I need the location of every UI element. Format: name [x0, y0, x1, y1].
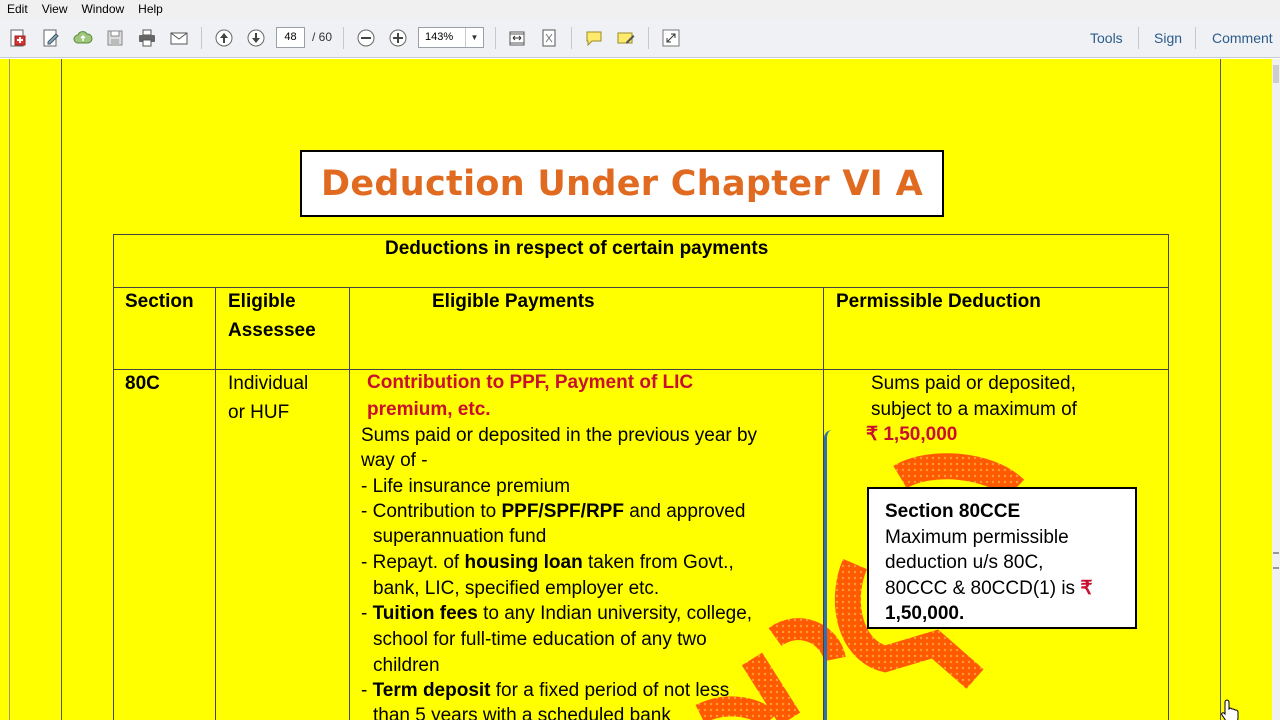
payments-intro: Sums paid or deposited in the previous y…	[361, 425, 758, 446]
section-80cce-callout: Section 80CCE Maximum permissible deduct…	[867, 487, 1137, 629]
document-viewport[interactable]: Deduction Under Chapter VI A Deductions …	[0, 59, 1280, 720]
callout-text: deduction u/s 80C,	[885, 552, 1044, 573]
scrollbar-marker	[1273, 567, 1279, 569]
page-title: Deduction Under Chapter VI A	[321, 163, 923, 204]
menu-view[interactable]: View	[35, 2, 75, 16]
payments-heading: Contribution to PPF, Payment of LIC	[367, 372, 694, 393]
tools-link[interactable]: Tools	[1090, 30, 1123, 46]
toolbar: 48 / 60 143% ▼ Tools Sign Comment	[0, 18, 1280, 58]
zoom-value: 143%	[425, 31, 454, 43]
payment-item: than 5 years with a scheduled bank	[373, 705, 671, 720]
edit-pdf-icon[interactable]	[38, 25, 64, 51]
fit-page-icon[interactable]	[536, 25, 562, 51]
cell-assessee: or HUF	[228, 402, 290, 423]
scrollbar-thumb[interactable]	[1273, 65, 1279, 83]
previous-page-icon[interactable]	[211, 25, 237, 51]
comment-link[interactable]: Comment	[1212, 30, 1273, 46]
vertical-scrollbar[interactable]	[1272, 59, 1280, 720]
cell-assessee: Individual	[228, 373, 309, 394]
table-divider	[113, 287, 1169, 288]
payment-item: - Repayt. of housing loan taken from Gov…	[361, 552, 734, 573]
payment-item: superannuation fund	[373, 526, 547, 547]
callout-amount: 1,50,000.	[885, 603, 965, 624]
zoom-in-icon[interactable]	[385, 25, 411, 51]
upload-cloud-icon[interactable]	[70, 25, 96, 51]
create-pdf-icon[interactable]	[5, 25, 31, 51]
highlight-icon[interactable]	[613, 25, 639, 51]
payment-item: children	[373, 655, 440, 676]
menu-bar: Edit View Window Help	[0, 0, 1280, 18]
email-icon[interactable]	[166, 25, 192, 51]
payment-item: - Contribution to PPF/SPF/RPF and approv…	[361, 501, 746, 522]
header-section: Section	[125, 291, 194, 312]
deduction-amount: ₹ 1,50,000	[866, 424, 958, 445]
payment-item: school for full-time education of any tw…	[373, 629, 707, 650]
payments-intro: way of -	[361, 450, 428, 471]
comment-bubble-icon[interactable]	[581, 25, 607, 51]
header-deduction: Permissible Deduction	[836, 291, 1041, 312]
cell-section: 80C	[125, 373, 160, 394]
zoom-out-icon[interactable]	[353, 25, 379, 51]
callout-connector-line	[824, 430, 832, 720]
menu-help[interactable]: Help	[131, 2, 170, 16]
fit-width-icon[interactable]	[504, 25, 530, 51]
payment-item: - Tuition fees to any Indian university,…	[361, 603, 753, 624]
table-border-top	[113, 234, 1169, 235]
payment-item: bank, LIC, specified employer etc.	[373, 578, 660, 599]
zoom-select[interactable]: 143% ▼	[418, 27, 484, 48]
hand-cursor-icon	[1221, 699, 1239, 720]
header-assessee: Assessee	[228, 320, 316, 341]
callout-title: Section 80CCE	[885, 501, 1021, 522]
deduction-text: subject to a maximum of	[871, 399, 1077, 420]
page-number-input[interactable]: 48	[276, 27, 305, 48]
payment-item: - Life insurance premium	[361, 476, 571, 497]
table-column-divider	[215, 287, 216, 720]
page-margin-line-left	[61, 59, 62, 720]
next-page-icon[interactable]	[243, 25, 269, 51]
table-column-divider	[349, 287, 350, 720]
table-heading: Deductions in respect of certain payment…	[385, 238, 769, 259]
payment-item: - Term deposit for a fixed period of not…	[361, 680, 730, 701]
menu-window[interactable]: Window	[74, 2, 131, 16]
fullscreen-icon[interactable]	[658, 25, 684, 51]
page-margin-line-right	[1220, 59, 1221, 720]
header-assessee: Eligible	[228, 291, 296, 312]
chevron-down-icon[interactable]: ▼	[465, 28, 483, 47]
callout-text: Maximum permissible	[885, 526, 1069, 548]
menu-edit[interactable]: Edit	[0, 2, 35, 16]
scrollbar-marker	[1273, 552, 1279, 554]
callout-text: 80CCC & 80CCD(1) is ₹	[885, 577, 1093, 599]
payments-heading: premium, etc.	[367, 399, 491, 420]
title-box: Deduction Under Chapter VI A	[300, 150, 944, 217]
print-icon[interactable]	[134, 25, 160, 51]
deduction-text: Sums paid or deposited,	[871, 373, 1076, 394]
page-total: / 60	[312, 30, 333, 44]
save-icon[interactable]	[102, 25, 128, 51]
table-border-right	[1168, 234, 1169, 720]
sign-link[interactable]: Sign	[1154, 30, 1182, 46]
page-edge	[9, 59, 10, 720]
header-payments: Eligible Payments	[432, 291, 595, 312]
table-border-left	[113, 234, 114, 720]
